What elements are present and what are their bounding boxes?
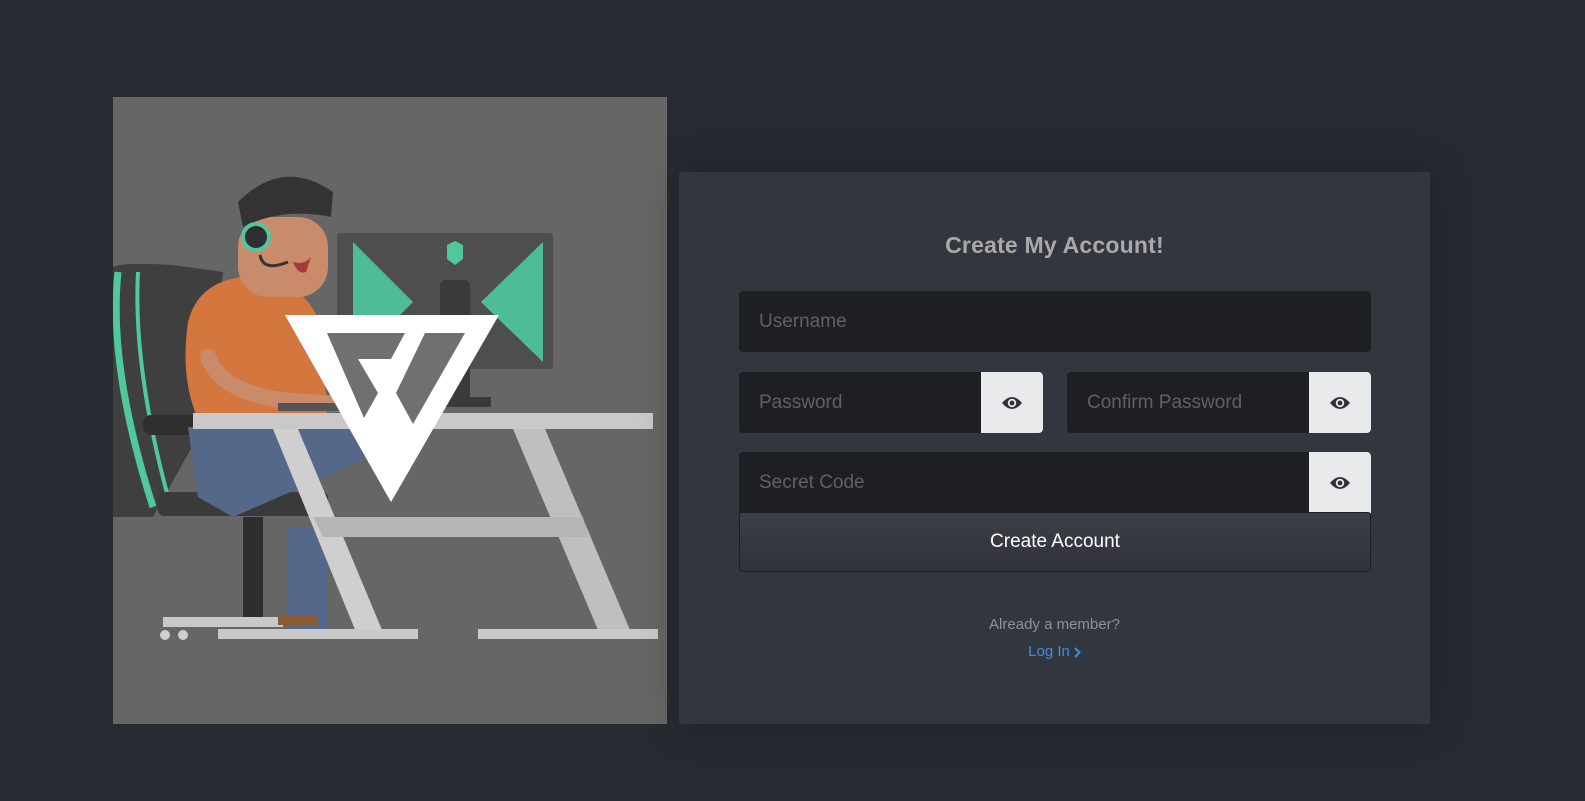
secret-code-field[interactable]: Secret Code bbox=[739, 452, 1371, 513]
username-field[interactable]: Username bbox=[739, 291, 1371, 352]
username-placeholder: Username bbox=[759, 310, 847, 332]
confirm-password-placeholder: Confirm Password bbox=[1087, 391, 1243, 413]
login-link-row: Log In bbox=[679, 643, 1430, 660]
eye-icon bbox=[1002, 396, 1022, 409]
confirm-password-field[interactable]: Confirm Password bbox=[1067, 372, 1371, 433]
chevron-right-icon bbox=[1074, 646, 1081, 658]
secret-code-toggle-button[interactable] bbox=[1309, 452, 1371, 513]
create-account-label: Create Account bbox=[990, 531, 1120, 552]
hero-illustration bbox=[113, 97, 667, 724]
eye-icon bbox=[1330, 476, 1350, 489]
password-field[interactable]: Password bbox=[739, 372, 1043, 433]
login-link[interactable]: Log In bbox=[1028, 643, 1081, 660]
login-label: Log In bbox=[1028, 643, 1070, 660]
confirm-password-toggle-button[interactable] bbox=[1309, 372, 1371, 433]
create-account-button[interactable]: Create Account bbox=[739, 512, 1371, 572]
password-toggle-button[interactable] bbox=[981, 372, 1043, 433]
eye-icon bbox=[1330, 396, 1350, 409]
password-placeholder: Password bbox=[759, 391, 843, 413]
page-title: Create My Account! bbox=[945, 232, 1164, 258]
secret-code-placeholder: Secret Code bbox=[759, 471, 865, 493]
already-member-text: Already a member? bbox=[989, 616, 1120, 633]
